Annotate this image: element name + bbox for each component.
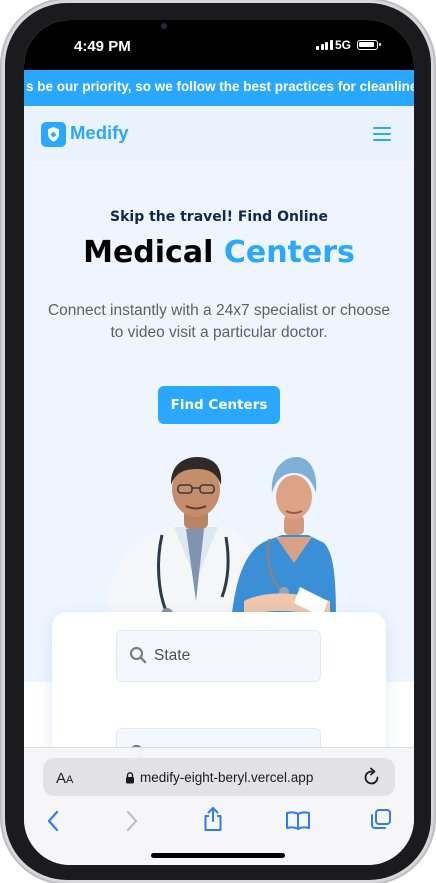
battery-icon	[357, 40, 381, 50]
doctors-illustration	[104, 457, 336, 633]
status-bar: 4:49 PM 5G	[24, 20, 414, 70]
volume-down-button	[0, 296, 4, 354]
tabs-icon[interactable]	[370, 808, 392, 830]
volume-up-button	[0, 218, 4, 276]
state-field[interactable]: State	[116, 630, 321, 682]
logo-shield-icon[interactable]	[41, 122, 66, 147]
search-icon	[129, 646, 147, 664]
share-icon[interactable]	[202, 806, 224, 832]
back-icon[interactable]	[46, 810, 60, 832]
find-centers-button[interactable]: Find Centers	[158, 386, 280, 424]
bookmarks-icon[interactable]	[285, 810, 311, 830]
hamburger-icon[interactable]	[373, 127, 391, 141]
hero-title-main: Medical	[83, 235, 214, 270]
hero-title-accent: Centers	[223, 235, 355, 270]
announcement-banner: s be our priority, so we follow the best…	[24, 70, 414, 106]
power-button	[432, 238, 436, 330]
home-indicator	[151, 853, 285, 858]
hero-description: Connect instantly with a 24x7 specialist…	[47, 302, 391, 341]
action-button	[0, 160, 4, 190]
state-placeholder: State	[154, 647, 191, 664]
network-label: 5G	[335, 38, 352, 52]
brand-name[interactable]: Medify	[70, 122, 129, 144]
forward-icon[interactable]	[125, 810, 139, 832]
front-camera	[161, 23, 167, 29]
hero-kicker: Skip the travel! Find Online	[110, 209, 328, 225]
reader-settings-button[interactable]: AA	[56, 770, 73, 787]
announcement-text: s be our priority, so we follow the best…	[26, 79, 414, 94]
address-bar[interactable]: AA medify-eight-beryl.vercel.app	[43, 758, 395, 796]
reload-icon[interactable]	[363, 767, 381, 787]
safari-toolbar: AA medify-eight-beryl.vercel.app	[24, 747, 414, 865]
hero-section: Skip the travel! Find Online Medical Cen…	[24, 161, 414, 682]
phone-screen: 4:49 PM 5G s be our priority, so we foll…	[24, 20, 414, 865]
hero-title: Medical Centers	[24, 235, 414, 270]
site-header: Medify	[24, 106, 414, 161]
signal-icon	[316, 40, 333, 50]
url-text[interactable]: medify-eight-beryl.vercel.app	[140, 770, 313, 785]
status-time: 4:49 PM	[74, 38, 131, 55]
lock-icon	[126, 772, 134, 784]
